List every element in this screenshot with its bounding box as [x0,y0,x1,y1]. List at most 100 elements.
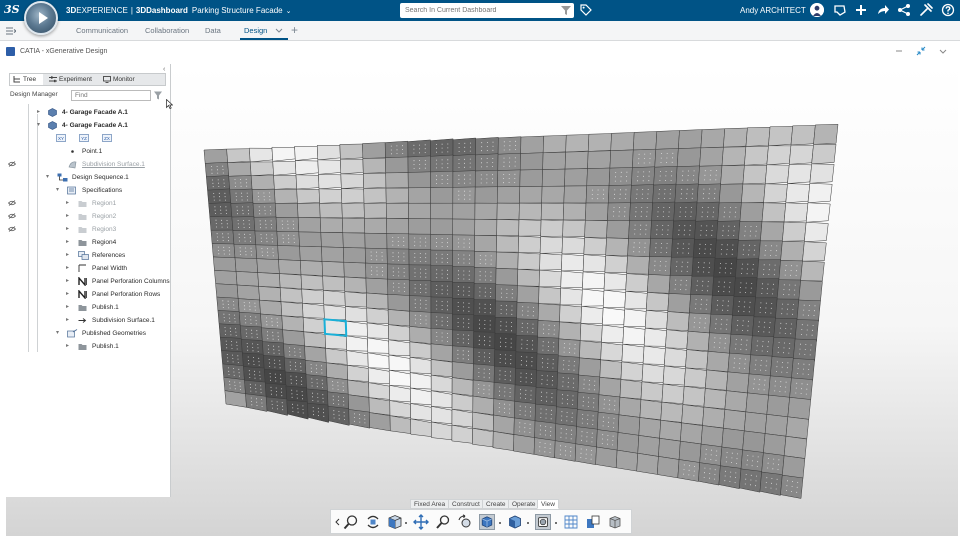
facade-panel[interactable] [319,217,344,233]
facade-panel[interactable] [541,168,566,187]
facade-panel[interactable] [474,202,498,220]
facade-panel[interactable] [319,203,343,219]
facade-panel[interactable] [409,310,432,329]
facade-panel[interactable] [302,302,325,319]
facade-panel[interactable] [791,358,815,381]
chevron-down-icon[interactable] [275,26,283,34]
facade-panel[interactable] [492,431,515,451]
facade-panel[interactable] [250,175,275,190]
facade-panel[interactable] [766,394,790,418]
more-options-dot[interactable] [555,522,557,524]
panel-collapse-icon[interactable]: ‹ [163,66,165,73]
facade-panel[interactable] [430,186,454,204]
facade-panel[interactable] [743,411,768,434]
facade-panel[interactable] [389,400,411,419]
pan-rotate-icon[interactable] [365,514,381,530]
expand-icon[interactable]: ▸ [66,317,72,323]
facade-panel[interactable] [451,377,474,396]
facade-panel[interactable] [759,471,783,496]
facade-panel[interactable] [389,415,412,434]
facade-panel[interactable] [538,286,561,305]
facade-panel[interactable] [651,201,676,223]
facade-panel[interactable] [430,343,453,362]
facade-panel[interactable] [364,217,388,234]
facade-panel[interactable] [802,241,827,262]
add-tab-button[interactable]: + [291,22,298,39]
facade-panel[interactable] [690,275,714,298]
facade-panel[interactable] [249,161,274,177]
facade-panel[interactable] [496,202,520,220]
facade-panel[interactable] [718,183,744,204]
facade-panel[interactable] [209,215,234,233]
facade-panel[interactable] [680,422,703,445]
facade-panel[interactable] [255,244,279,261]
help-icon[interactable] [941,3,955,17]
facade-panel[interactable] [623,308,647,327]
facade-panel[interactable] [346,364,369,382]
facade-panel[interactable] [625,273,649,292]
facade-panel[interactable] [665,329,689,349]
facade-panel[interactable] [302,317,326,334]
facade-panel[interactable] [804,221,829,242]
facade-panel[interactable] [607,202,631,222]
facade-panel[interactable] [235,271,259,287]
facade-panel[interactable] [295,160,319,176]
facade-panel[interactable] [430,202,454,220]
facade-panel[interactable] [735,258,760,281]
search-input[interactable] [400,3,560,18]
facade-panel[interactable] [497,152,521,171]
facade-panel[interactable] [685,349,709,370]
collapse-tree-icon[interactable]: ▾ [37,122,43,128]
facade-panel[interactable] [587,133,612,152]
tile-icon[interactable] [585,514,601,530]
facade-panel[interactable] [409,295,432,314]
facade-panel[interactable] [451,408,474,428]
facade-panel[interactable] [520,135,544,154]
facade-panel[interactable] [682,385,706,407]
facade-panel[interactable] [326,362,348,381]
facade-panel[interactable] [607,184,632,204]
facade-panel[interactable] [600,342,624,362]
facade-panel[interactable] [233,243,258,260]
facade-panel[interactable] [208,202,233,219]
facade-panel[interactable] [714,238,739,262]
facade-panel[interactable] [407,171,431,189]
tree-item-region4[interactable]: ▸ Region4 [6,236,171,249]
view-cube-icon[interactable] [387,514,403,530]
facade-panel[interactable] [782,221,807,242]
tree-item-subdivision-surface-output[interactable]: ▸ Subdivision Surface.1 [6,314,171,327]
facade-panel[interactable] [622,326,646,345]
facade-panel[interactable] [587,150,611,169]
facade-panel[interactable] [517,268,540,287]
facade-panel[interactable] [430,327,453,347]
facade-panel[interactable] [683,367,707,388]
tree-item-subdivision-surface[interactable]: Subdivision Surface.1 [6,158,171,171]
expand-icon[interactable]: ▸ [66,226,72,232]
facade-panel[interactable] [388,339,411,357]
facade-panel[interactable] [745,392,769,415]
facade-panel[interactable] [666,311,690,331]
tools-icon[interactable] [919,3,933,17]
find-input[interactable] [71,90,151,101]
facade-panel[interactable] [579,340,602,360]
menu-icon[interactable] [6,27,16,35]
facade-panel[interactable] [272,161,297,176]
zoom-fit-icon[interactable] [343,514,359,530]
facade-panel[interactable] [364,247,388,265]
facade-panel[interactable] [586,167,611,187]
facade-panel[interactable] [384,140,409,158]
tab-fixed-area[interactable]: Fixed Area [410,499,450,509]
facade-panel[interactable] [620,361,644,381]
facade-panel[interactable] [626,255,650,275]
facade-panel[interactable] [430,249,453,268]
facade-panel[interactable] [367,352,390,369]
facade-panel[interactable] [540,202,565,221]
facade-panel[interactable] [661,383,685,404]
rotate-icon[interactable] [457,514,473,530]
facade-panel[interactable] [410,387,432,405]
facade-panel[interactable] [647,274,671,294]
facade-panel[interactable] [325,348,348,365]
facade-panel[interactable] [451,424,473,444]
collapse-tree-icon[interactable]: ▾ [56,330,62,336]
facade-panel[interactable] [542,151,566,170]
